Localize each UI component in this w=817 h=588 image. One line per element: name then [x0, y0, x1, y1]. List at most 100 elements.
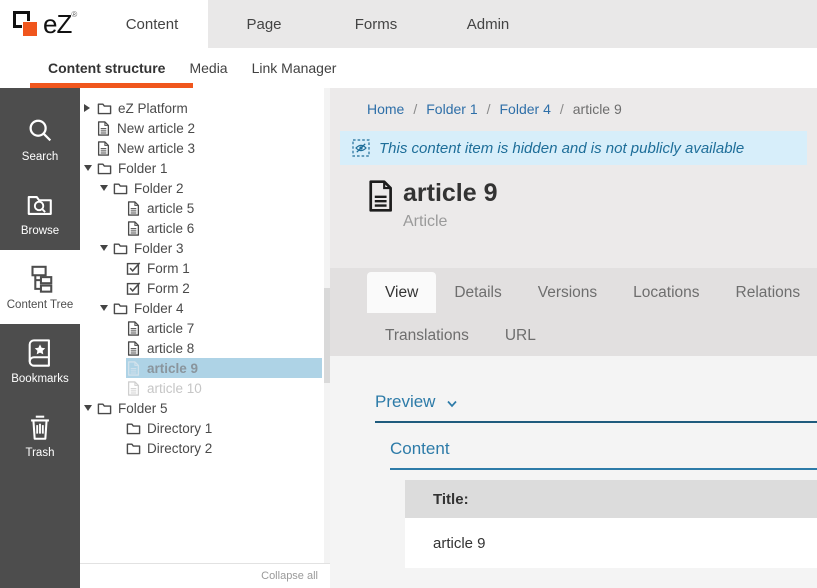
folder-icon — [97, 401, 112, 416]
tree-item-directory-1[interactable]: Directory 1 — [80, 418, 330, 438]
tree-item-label: article 5 — [147, 201, 194, 216]
ez-logo-icon — [13, 8, 41, 40]
tree-item-form-1[interactable]: Form 1 — [80, 258, 330, 278]
tree-item-body: eZ Platform — [97, 98, 322, 118]
tab-view[interactable]: View — [367, 272, 436, 313]
tree-item-body: Form 1 — [126, 258, 322, 278]
tree-item-label: Form 1 — [147, 261, 190, 276]
subnav-item-link-manager[interactable]: Link Manager — [252, 60, 337, 76]
hidden-eye-icon — [352, 139, 370, 157]
tree-item-article-6[interactable]: article 6 — [80, 218, 330, 238]
tree-item-article-9[interactable]: article 9 — [80, 358, 330, 378]
tab-details[interactable]: Details — [436, 272, 519, 313]
sidebar-item-browse[interactable]: Browse — [0, 176, 80, 250]
body-row: Search Browse Content TreeBookmarks Trash e… — [0, 88, 817, 588]
sidebar-item-content-tree[interactable]: Content Tree — [0, 250, 80, 324]
form-icon — [126, 261, 141, 276]
tree-item-directory-2[interactable]: Directory 2 — [80, 438, 330, 458]
article-icon — [126, 361, 141, 376]
preview-divider — [375, 421, 817, 423]
collapse-arrow-icon[interactable] — [100, 185, 113, 191]
sub-nav: Content structure Media Link Manager — [0, 48, 817, 88]
tree-item-body: article 7 — [126, 318, 322, 338]
tab-row-1: ViewDetailsVersionsLocationsRelations — [367, 272, 817, 313]
collapse-all-button[interactable]: Collapse all — [80, 563, 330, 588]
tree-item-form-2[interactable]: Form 2 — [80, 278, 330, 298]
collapse-arrow-icon[interactable] — [84, 165, 97, 171]
tree-item-folder-2[interactable]: Folder 2 — [80, 178, 330, 198]
sidebar-item-search[interactable]: Search — [0, 102, 80, 176]
article-type-icon — [367, 180, 394, 231]
preview-toggle[interactable]: Preview — [375, 392, 459, 412]
top-nav: ContentPageFormsAdmin — [96, 0, 544, 48]
browse-icon — [25, 190, 55, 220]
tree-item-new-article-2[interactable]: New article 2 — [80, 118, 330, 138]
expand-arrow-icon[interactable] — [84, 104, 97, 112]
tree-item-article-10[interactable]: article 10 — [80, 378, 330, 398]
breadcrumb-home[interactable]: Home — [367, 101, 404, 117]
folder-icon — [126, 441, 141, 456]
collapse-arrow-icon[interactable] — [100, 305, 113, 311]
tab-url[interactable]: URL — [487, 315, 554, 356]
tree-item-new-article-3[interactable]: New article 3 — [80, 138, 330, 158]
preview-label: Preview — [375, 392, 435, 412]
tree-item-body: Directory 2 — [126, 438, 322, 458]
content-tree-icon — [25, 264, 55, 294]
top-tab-admin[interactable]: Admin — [432, 0, 544, 48]
tab-versions[interactable]: Versions — [520, 272, 615, 313]
article-icon — [126, 221, 141, 236]
tree-item-article-7[interactable]: article 7 — [80, 318, 330, 338]
tree-item-article-5[interactable]: article 5 — [80, 198, 330, 218]
tree-item-label: Folder 5 — [118, 401, 168, 416]
tree-item-label: Form 2 — [147, 281, 190, 296]
article-icon — [96, 121, 111, 136]
breadcrumb-article-9: article 9 — [573, 101, 622, 117]
tree-scrollbar-thumb[interactable] — [324, 288, 330, 383]
collapse-arrow-icon[interactable] — [84, 405, 97, 411]
tree-item-label: article 7 — [147, 321, 194, 336]
collapse-arrow-icon[interactable] — [100, 245, 113, 251]
tab-translations[interactable]: Translations — [367, 315, 487, 356]
tree-item-folder-3[interactable]: Folder 3 — [80, 238, 330, 258]
title-texts: article 9 Article — [403, 180, 498, 231]
subnav-item-media[interactable]: Media — [189, 60, 227, 76]
ez-logo[interactable]: eZ® — [0, 0, 96, 48]
tree-item-label: Directory 2 — [147, 441, 212, 456]
article-icon — [96, 141, 111, 156]
breadcrumb-folder-1[interactable]: Folder 1 — [426, 101, 477, 117]
sidebar: Search Browse Content TreeBookmarks Trash — [0, 88, 80, 588]
top-tab-forms[interactable]: Forms — [320, 0, 432, 48]
sidebar-item-label: Trash — [26, 447, 55, 459]
ez-platform-app: eZ® ContentPageFormsAdmin Content struct… — [0, 0, 817, 588]
tree-item-article-8[interactable]: article 8 — [80, 338, 330, 358]
content-type-label: Article — [403, 213, 498, 231]
field-value: article 9 — [405, 518, 817, 568]
tree-scrollbar[interactable] — [324, 88, 330, 563]
tree-item-label: Folder 1 — [118, 161, 168, 176]
tab-locations[interactable]: Locations — [615, 272, 717, 313]
subnav-item-content-structure[interactable]: Content structure — [48, 60, 165, 76]
tree-item-label: Folder 2 — [134, 181, 184, 196]
breadcrumb: Home/Folder 1/Folder 4/article 9 — [330, 101, 817, 117]
top-tab-content[interactable]: Content — [96, 0, 208, 48]
field-name-header: Title: — [405, 480, 817, 518]
breadcrumb-folder-4[interactable]: Folder 4 — [500, 101, 551, 117]
tree-item-label: New article 3 — [117, 141, 195, 156]
tree-item-folder-5[interactable]: Folder 5 — [80, 398, 330, 418]
top-tab-page[interactable]: Page — [208, 0, 320, 48]
form-icon — [126, 281, 141, 296]
top-bar: eZ® ContentPageFormsAdmin — [0, 0, 817, 48]
main-area: Home/Folder 1/Folder 4/article 9 This co… — [330, 88, 817, 588]
tab-relations[interactable]: Relations — [718, 272, 817, 313]
tree-item-folder-4[interactable]: Folder 4 — [80, 298, 330, 318]
sidebar-item-label: Browse — [21, 225, 59, 237]
tree-item-ez-platform[interactable]: eZ Platform — [80, 98, 330, 118]
tree-item-body: article 8 — [126, 338, 322, 358]
folder-icon — [97, 161, 112, 176]
registered-mark: ® — [71, 10, 76, 19]
sidebar-item-bookmarks[interactable]: Bookmarks — [0, 324, 80, 398]
article-icon — [126, 381, 141, 396]
tree-item-folder-1[interactable]: Folder 1 — [80, 158, 330, 178]
sidebar-item-trash[interactable]: Trash — [0, 398, 80, 472]
content-tree-panel: eZ PlatformNew article 2 New article 3 Fol… — [80, 88, 330, 588]
